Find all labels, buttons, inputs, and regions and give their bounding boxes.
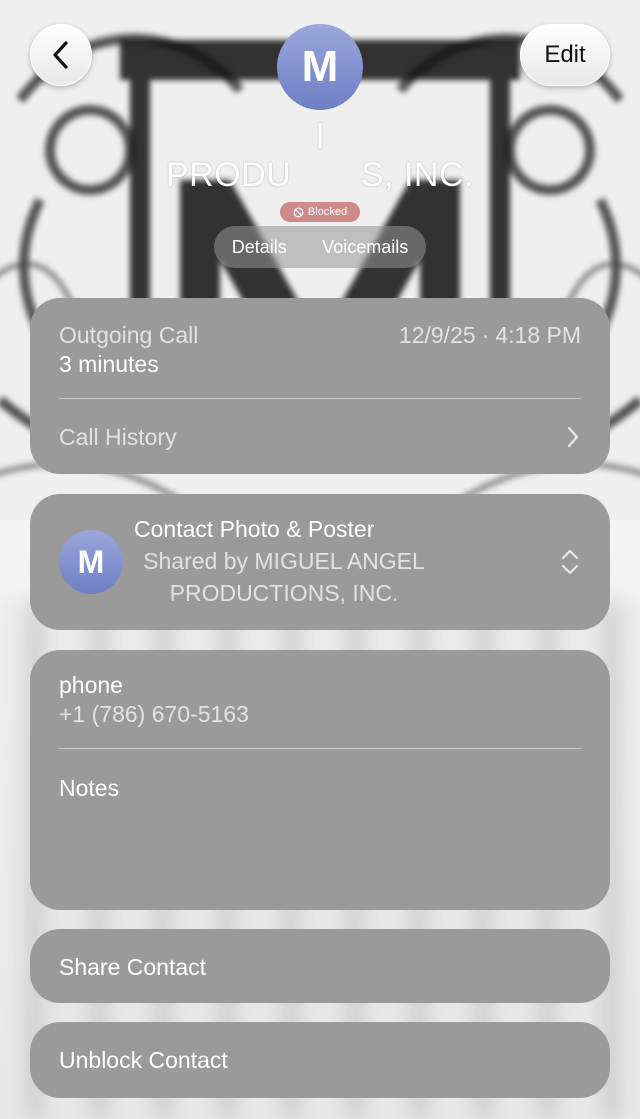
- tab-details[interactable]: Details: [226, 237, 293, 258]
- share-contact-label: Share Contact: [59, 954, 207, 980]
- call-date: 12/9/25: [398, 322, 476, 348]
- chevron-right-icon: [567, 426, 579, 448]
- contact-photo-poster-card[interactable]: M Contact Photo & Poster Shared by MIGUE…: [30, 494, 610, 630]
- recent-call-card: Outgoing Call 3 minutes 12/9/25 · 4:18 P…: [30, 298, 610, 474]
- call-time: 4:18 PM: [495, 322, 581, 348]
- tab-voicemails[interactable]: Voicemails: [316, 237, 414, 258]
- notes-label: Notes: [59, 775, 120, 801]
- call-history-label: Call History: [59, 424, 177, 450]
- blocked-label: Blocked: [307, 206, 348, 218]
- call-timestamp: 12/9/25 · 4:18 PM: [399, 322, 581, 349]
- share-contact-button[interactable]: Share Contact: [30, 929, 610, 1003]
- phone-row[interactable]: phone +1 (786) 670-5163: [30, 650, 610, 748]
- call-type: Outgoing Call: [59, 322, 199, 348]
- blocked-icon: [293, 207, 304, 217]
- blocked-badge: Blocked: [280, 202, 360, 222]
- back-button[interactable]: [30, 24, 92, 86]
- call-duration: 3 minutes: [59, 351, 159, 377]
- contact-info-card: phone +1 (786) 670-5163 Notes: [30, 650, 610, 910]
- avatar-initial: M: [301, 42, 339, 91]
- contact-name-line2: PRODU S, INC.: [166, 156, 474, 194]
- phone-number: +1 (786) 670-5163: [59, 701, 249, 727]
- unblock-contact-label: Unblock Contact: [59, 1047, 228, 1073]
- chevron-left-icon: [53, 41, 68, 69]
- contact-name-line1: l: [316, 118, 324, 156]
- poster-avatar: M: [59, 530, 123, 594]
- details-voicemails-tabs: Details Voicemails: [214, 226, 426, 268]
- phone-label: phone: [59, 672, 123, 698]
- edit-button[interactable]: Edit: [520, 24, 610, 86]
- unblock-contact-button[interactable]: Unblock Contact: [30, 1022, 610, 1098]
- call-history-row[interactable]: Call History: [30, 399, 610, 474]
- shared-by-line1: Shared by MIGUEL ANGEL: [143, 548, 425, 574]
- poster-avatar-initial: M: [77, 543, 105, 580]
- contact-avatar: M: [277, 24, 363, 110]
- notes-field[interactable]: Notes: [30, 749, 610, 910]
- edit-button-label: Edit: [544, 41, 586, 68]
- chevron-up-down-icon[interactable]: [560, 548, 580, 576]
- separator-dot: ·: [481, 322, 490, 348]
- shared-by-line2: PRODUCTIONS, INC.: [169, 580, 399, 606]
- photo-poster-title: Contact Photo & Poster: [134, 516, 375, 542]
